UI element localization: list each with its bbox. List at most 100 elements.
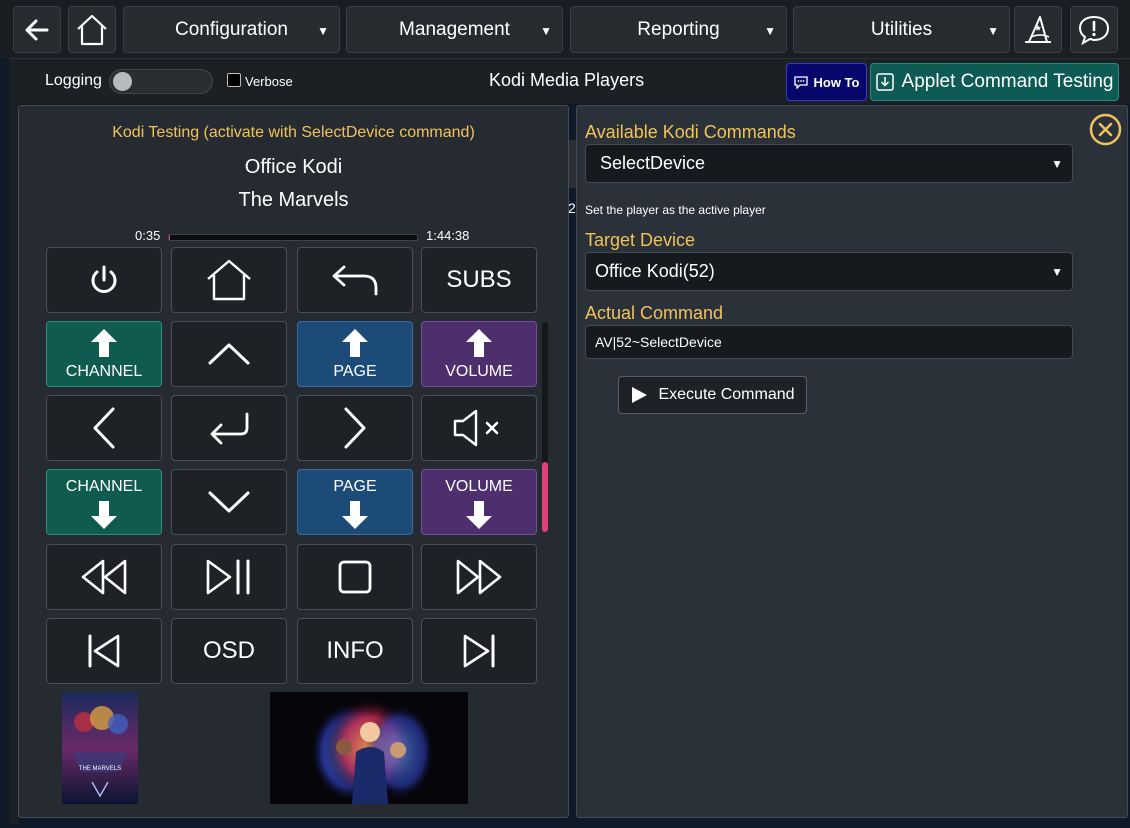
device-name: Office Kodi xyxy=(244,156,343,178)
playback-progress-bar[interactable] xyxy=(168,234,418,241)
info-label: INFO xyxy=(326,637,384,664)
power-button[interactable] xyxy=(46,247,162,313)
wizard-button[interactable] xyxy=(1014,6,1062,53)
available-commands-label: Available Kodi Commands xyxy=(585,122,796,142)
background-number: 2 xyxy=(568,200,576,216)
movie-poster-image: THE MARVELS xyxy=(62,692,138,804)
volume-up-label: VOLUME xyxy=(445,363,513,380)
execute-command-button[interactable]: Execute Command xyxy=(618,376,807,414)
close-icon[interactable] xyxy=(1089,113,1122,146)
how-to-label: How To xyxy=(813,74,860,90)
home-icon xyxy=(207,259,251,301)
down-button[interactable] xyxy=(171,469,287,535)
logging-toggle[interactable] xyxy=(109,69,213,94)
fast-forward-icon xyxy=(456,559,502,595)
up-button[interactable] xyxy=(171,321,287,387)
actual-command-field[interactable]: AV|52~SelectDevice xyxy=(585,325,1073,359)
top-nav-bar: Configuration ▼ Management ▼ Reporting ▼… xyxy=(0,0,1130,58)
movie-fanart-image xyxy=(270,692,468,804)
selected-command: SelectDevice xyxy=(600,153,706,173)
chevron-up-icon xyxy=(208,343,250,365)
enter-icon xyxy=(210,412,249,445)
arrow-down-icon xyxy=(342,501,368,529)
skip-next-icon xyxy=(463,634,495,668)
menu-configuration[interactable]: Configuration ▼ xyxy=(123,6,340,53)
sub-toolbar: Logging Verbose Kodi Media Players How T… xyxy=(9,58,1130,104)
arrow-down-icon xyxy=(91,501,117,529)
channel-up-button[interactable]: CHANNEL xyxy=(46,321,162,387)
feedback-button[interactable] xyxy=(1070,6,1118,53)
osd-label: OSD xyxy=(202,637,255,664)
menu-management[interactable]: Management ▼ xyxy=(346,6,563,53)
command-select[interactable]: SelectDevice ▼ xyxy=(585,144,1073,183)
verbose-checkbox[interactable] xyxy=(227,73,241,87)
skip-previous-icon xyxy=(88,634,120,668)
subs-label: SUBS xyxy=(446,266,512,293)
command-description: Set the player as the active player xyxy=(585,203,766,217)
caret-down-icon: ▼ xyxy=(317,24,329,38)
channel-down-button[interactable]: CHANNEL xyxy=(46,469,162,535)
time-total: 1:44:38 xyxy=(426,228,470,243)
menu-reporting[interactable]: Reporting ▼ xyxy=(570,6,787,53)
play-pause-button[interactable] xyxy=(171,544,287,610)
arrow-up-icon xyxy=(91,329,117,357)
previous-button[interactable] xyxy=(46,618,162,684)
channel-down-label: CHANNEL xyxy=(65,478,143,495)
caret-down-icon: ▼ xyxy=(987,24,999,38)
fast-forward-button[interactable] xyxy=(421,544,537,610)
next-button[interactable] xyxy=(421,618,537,684)
kodi-testing-hint: Kodi Testing (activate with SelectDevice… xyxy=(112,124,475,141)
menu-reporting-label: Reporting xyxy=(637,18,720,40)
volume-up-button[interactable]: VOLUME xyxy=(421,321,537,387)
logging-label: Logging xyxy=(45,72,102,89)
menu-utilities[interactable]: Utilities ▼ xyxy=(793,6,1010,53)
remote-scrollbar-thumb[interactable] xyxy=(542,462,548,532)
menu-management-label: Management xyxy=(399,18,510,40)
back-remote-button[interactable] xyxy=(297,247,413,313)
poster-title: THE MARVELS xyxy=(79,766,121,772)
osd-button[interactable]: OSD xyxy=(171,618,287,684)
stop-button[interactable] xyxy=(297,544,413,610)
subs-button[interactable]: SUBS xyxy=(421,247,537,313)
left-button[interactable] xyxy=(46,395,162,461)
execute-command-label: Execute Command xyxy=(658,386,795,403)
chevron-right-icon xyxy=(344,407,366,449)
select-button[interactable] xyxy=(171,395,287,461)
how-to-button[interactable]: How To xyxy=(786,63,867,101)
return-arrow-icon xyxy=(332,265,378,296)
speech-bubble-alert-icon xyxy=(1078,15,1110,45)
info-button[interactable]: INFO xyxy=(297,618,413,684)
media-title: The Marvels xyxy=(238,189,349,211)
arrow-up-icon xyxy=(342,329,368,357)
play-pause-icon xyxy=(206,559,250,595)
chevron-left-icon xyxy=(93,407,115,449)
target-device-label: Target Device xyxy=(585,230,696,250)
stop-icon xyxy=(338,560,372,594)
home-button[interactable] xyxy=(68,6,116,53)
page-up-button[interactable]: PAGE xyxy=(297,321,413,387)
page-down-button[interactable]: PAGE xyxy=(297,469,413,535)
page-up-label: PAGE xyxy=(333,363,377,380)
home-remote-button[interactable] xyxy=(171,247,287,313)
applet-command-testing-button[interactable]: Applet Command Testing xyxy=(870,63,1119,101)
progress-fill xyxy=(169,235,171,240)
back-button[interactable] xyxy=(13,6,61,53)
page-title: Kodi Media Players xyxy=(489,70,645,90)
back-arrow-icon xyxy=(25,19,49,40)
applet-command-testing-label: Applet Command Testing xyxy=(901,71,1114,92)
toggle-knob xyxy=(113,72,132,91)
rewind-button[interactable] xyxy=(46,544,162,610)
rewind-icon xyxy=(81,559,127,595)
play-icon xyxy=(632,387,648,403)
caret-down-icon: ▼ xyxy=(1051,265,1063,279)
arrow-down-icon xyxy=(466,501,492,529)
power-icon xyxy=(91,265,117,293)
volume-down-button[interactable]: VOLUME xyxy=(421,469,537,535)
right-button[interactable] xyxy=(297,395,413,461)
mute-button[interactable] xyxy=(421,395,537,461)
time-elapsed: 0:35 xyxy=(135,228,161,243)
caret-down-icon: ▼ xyxy=(540,24,552,38)
chat-icon xyxy=(793,75,808,89)
menu-utilities-label: Utilities xyxy=(870,18,933,40)
target-device-select[interactable]: Office Kodi(52) ▼ xyxy=(585,252,1073,291)
